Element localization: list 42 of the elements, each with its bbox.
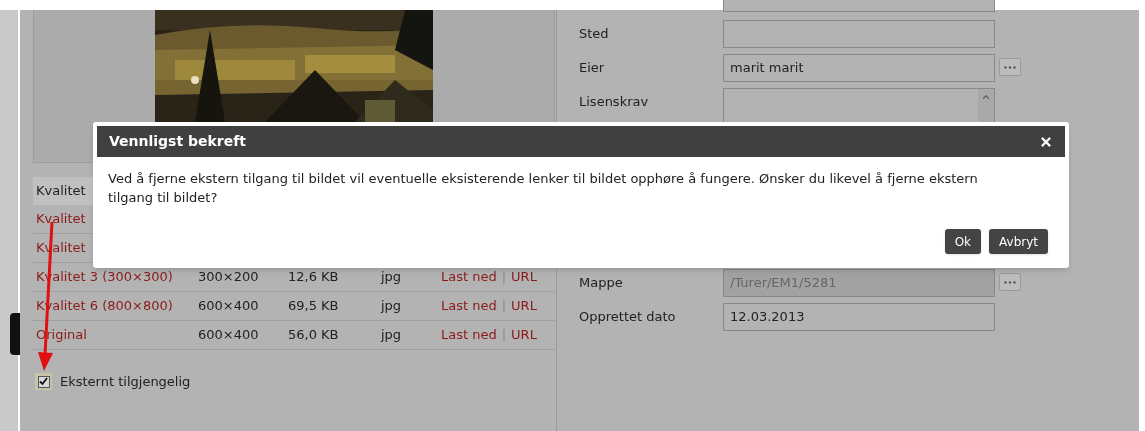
field-label: Sted [579,25,610,44]
link-separator: | [501,297,507,316]
field-label: Mappe [579,274,624,293]
table-cell-text: 600×400 [198,326,260,345]
download-link[interactable]: Last ned [441,296,497,316]
link-separator: | [501,326,507,345]
field-label: Eier [579,59,606,78]
field-label: Opprettet dato [579,308,677,327]
field-label: Lisenskrav [579,93,650,112]
checkbox[interactable] [35,373,52,391]
close-button[interactable] [1039,134,1053,149]
input-field[interactable] [723,0,995,12]
dialog-title: Vennligst bekreft [109,132,247,151]
input-field[interactable]: marit marit [723,54,995,82]
dialog-button[interactable]: Avbryt [989,229,1048,254]
input-field[interactable]: 12.03.2013 [723,303,995,331]
download-link[interactable]: Last ned [441,325,497,345]
table-cell-text: jpg [381,297,403,316]
browse-button[interactable] [999,58,1021,76]
more-icon [1004,280,1016,284]
table-cell-text: 56,0 KB [288,326,340,345]
checkbox-label: Eksternt tilgjengelig [60,373,191,391]
table-cell-text: jpg [381,268,403,287]
table-cell-text: 69,5 KB [288,297,340,316]
close-icon [1039,134,1053,149]
download-link[interactable]: Last ned [441,267,497,287]
checkmark-icon [39,377,48,387]
table-cell-text: jpg [381,326,403,345]
dialog-message: Ved å fjerne ekstern tilgang til bildet vil eventuelle eksisterende lenker til bildet opphøre å fungere. Ønsker du likevel å fjerne ekstern tilgang til bildet? [107,170,979,207]
url-link[interactable]: URL [511,267,537,287]
dialog-button[interactable]: Ok [944,229,982,254]
table-cell-text: 12,6 KB [288,268,340,287]
url-link[interactable]: URL [511,296,537,316]
column-header: Kvalitet [36,182,86,201]
table-cell-text: 600×400 [198,297,260,316]
scroll-up-icon [981,92,991,102]
table-cell-text: 300×200 [198,268,260,287]
url-link[interactable]: URL [511,325,537,345]
link-separator: | [501,268,507,287]
side-tab[interactable] [10,313,20,355]
more-icon [1004,65,1016,69]
input-field[interactable] [723,20,995,48]
